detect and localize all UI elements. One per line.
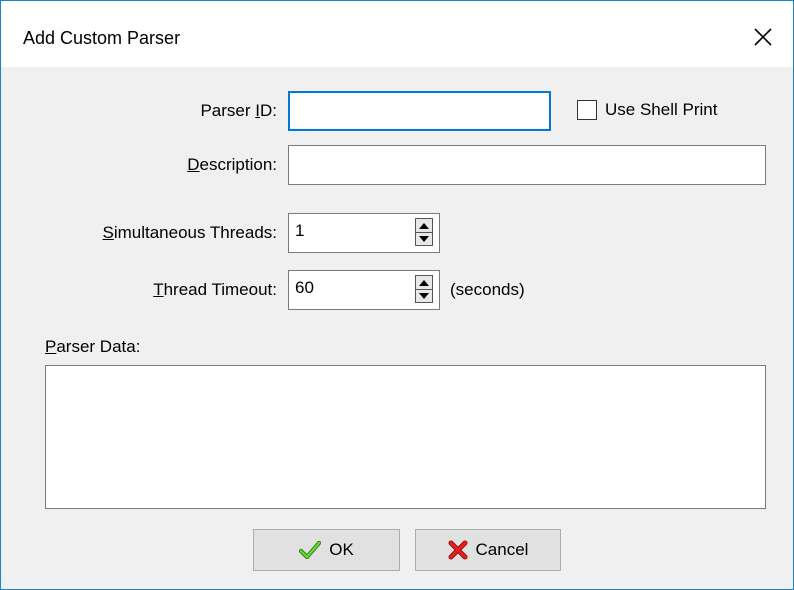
dialog-title: Add Custom Parser <box>23 28 181 48</box>
parser-data-label: Parser Data: <box>45 337 141 356</box>
timeout-label: Thread Timeout: <box>153 280 277 299</box>
threads-decrement-button[interactable] <box>416 232 432 245</box>
threads-increment-button[interactable] <box>416 219 432 233</box>
threads-spin <box>415 218 433 246</box>
x-icon <box>448 540 468 560</box>
timeout-increment-button[interactable] <box>416 276 432 290</box>
parser-data-textarea[interactable] <box>45 365 766 509</box>
cancel-label: Cancel <box>475 540 529 559</box>
arrow-up-icon <box>419 222 429 229</box>
description-label: Description: <box>187 155 277 174</box>
timeout-value: 60 <box>295 278 314 297</box>
dialog-window: Add Custom Parser Parser ID: Use Shell P… <box>0 0 794 590</box>
threads-stepper[interactable]: 1 <box>288 213 440 253</box>
arrow-up-icon <box>419 279 429 286</box>
title-bar: Add Custom Parser <box>1 1 793 67</box>
timeout-decrement-button[interactable] <box>416 289 432 302</box>
timeout-stepper[interactable]: 60 <box>288 270 440 310</box>
arrow-down-icon <box>419 292 429 299</box>
timeout-spin <box>415 275 433 303</box>
threads-label: Simultaneous Threads: <box>102 223 277 242</box>
timeout-unit-label: (seconds) <box>450 280 525 299</box>
use-shell-print-label[interactable]: Use Shell Print <box>605 100 717 120</box>
threads-value: 1 <box>295 221 305 240</box>
close-icon <box>754 28 772 46</box>
checkmark-icon <box>299 541 322 559</box>
use-shell-print-checkbox[interactable] <box>577 100 597 120</box>
ok-button[interactable]: OK <box>253 529 400 571</box>
ok-label: OK <box>329 540 354 559</box>
arrow-down-icon <box>419 235 429 242</box>
description-input[interactable] <box>288 145 766 185</box>
close-button[interactable] <box>743 19 783 55</box>
cancel-button[interactable]: Cancel <box>415 529 561 571</box>
parser-id-label: Parser ID: <box>200 101 277 120</box>
parser-id-input[interactable] <box>288 91 551 131</box>
